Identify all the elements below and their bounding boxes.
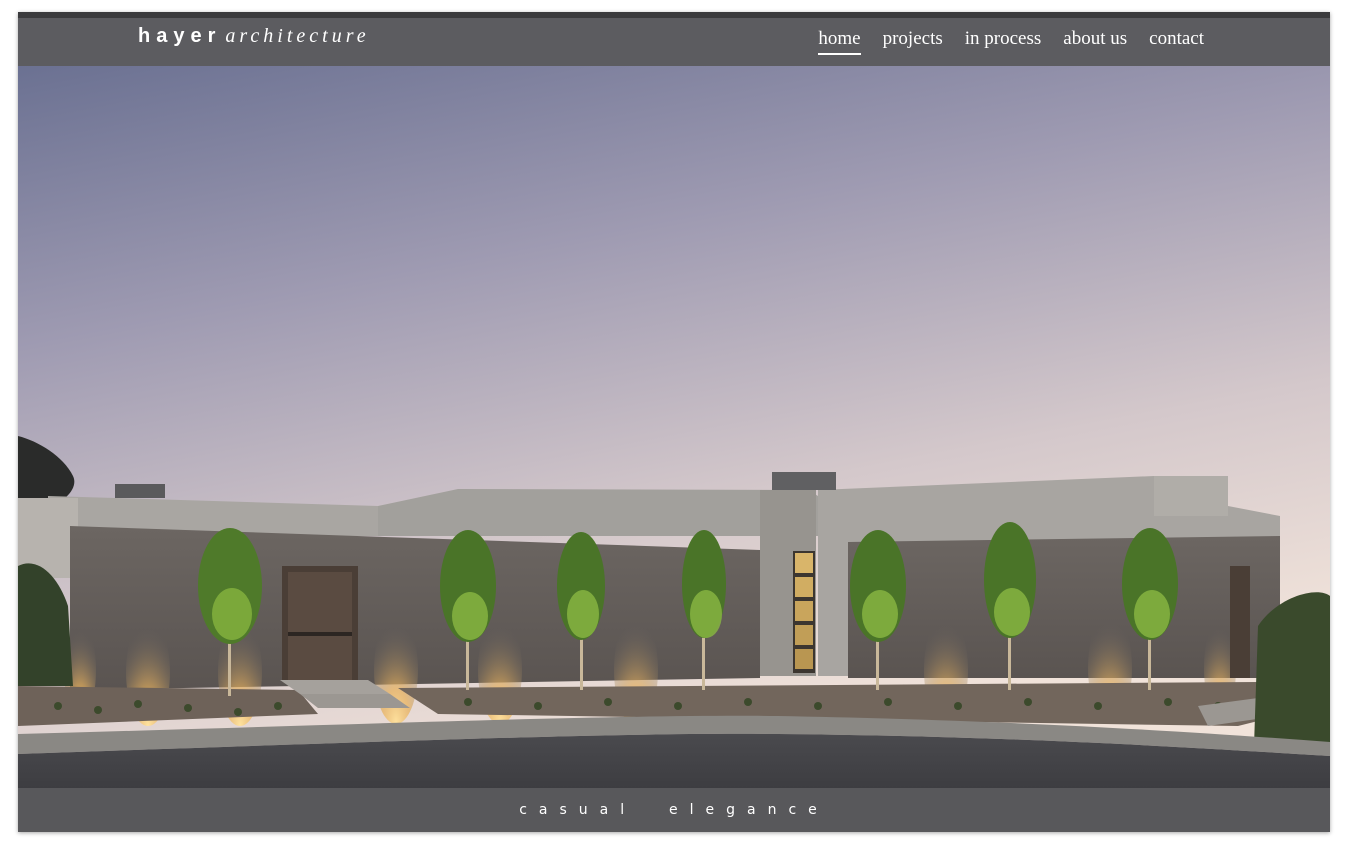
main-nav: home projects in process about us contac… <box>807 28 1215 55</box>
nav-about-us[interactable]: about us <box>1052 28 1138 54</box>
nav-contact[interactable]: contact <box>1138 28 1215 54</box>
tagline-bar: casual elegance <box>18 788 1330 832</box>
nav-home[interactable]: home <box>807 28 871 55</box>
site-logo[interactable]: hayer architecture <box>138 25 370 48</box>
nav-projects[interactable]: projects <box>872 28 954 54</box>
hero-house-photo <box>18 66 1330 788</box>
tagline-text: casual elegance <box>519 802 829 818</box>
hero-image <box>18 66 1330 788</box>
nav-in-process[interactable]: in process <box>954 28 1053 54</box>
site-frame: hayer architecture home projects in proce… <box>18 12 1330 832</box>
logo-name-italic: architecture <box>225 25 370 47</box>
header-bar: hayer architecture home projects in proce… <box>18 18 1330 66</box>
logo-name-bold: hayer <box>138 25 222 47</box>
